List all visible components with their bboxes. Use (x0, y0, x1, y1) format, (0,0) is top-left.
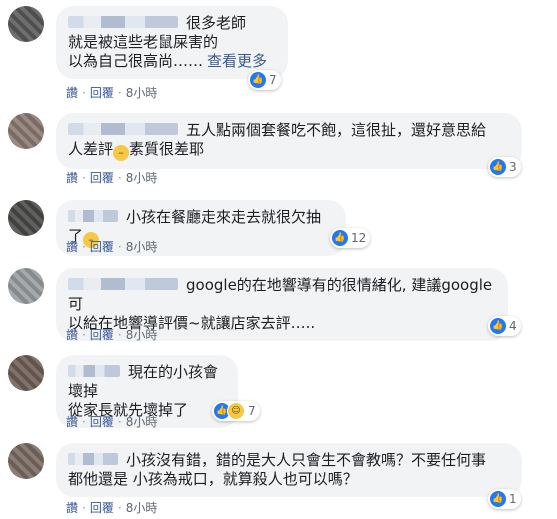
reply-button[interactable]: 回覆 (90, 238, 114, 255)
reply-button[interactable]: 回覆 (90, 84, 114, 101)
like-button[interactable]: 讚 (66, 84, 78, 101)
comment-line-2b: 素質很差耶 (129, 140, 205, 158)
comment-actions: 讚 · 回覆 · 8小時 (66, 413, 158, 430)
commenter-name-redacted[interactable] (68, 453, 118, 465)
like-icon: 👍 (490, 318, 506, 334)
reaction-count: 7 (248, 404, 256, 418)
comment-bubble: 五人點兩個套餐吃不飽，這很扯，還好意思給 人差評 – 素質很差耶 (56, 113, 522, 169)
reaction-summary[interactable]: 👍 ☺ 7 (212, 401, 260, 421)
comment-actions: 讚 · 回覆 · 8小時 (66, 326, 158, 343)
like-icon: 👍 (490, 491, 506, 507)
comment-bubble: 小孩沒有錯，錯的是大人只會生不會教嗎？不要任何事 都他還是 小孩為戒口，就算殺人… (56, 443, 522, 497)
commenter-name-redacted[interactable] (68, 365, 120, 377)
comment-actions: 讚 · 回覆 · 8小時 (66, 499, 158, 516)
like-button[interactable]: 讚 (66, 238, 78, 255)
commenter-name-redacted[interactable] (68, 278, 178, 290)
comment-actions: 讚 · 回覆 · 8小時 (66, 238, 158, 255)
avatar[interactable] (8, 200, 44, 236)
reply-button[interactable]: 回覆 (90, 326, 114, 343)
comment-line-3: 以為自己很高尚…… (68, 52, 204, 70)
avatar[interactable] (8, 268, 44, 304)
haha-icon: ☺ (227, 402, 245, 420)
comment-line-2: 就是被這些老鼠屎害的 (68, 33, 219, 51)
comment-line-1: 五人點兩個套餐吃不飽，這很扯，還好意思給 (186, 121, 487, 139)
avatar[interactable] (8, 6, 44, 42)
see-more-link[interactable]: 查看更多 (207, 52, 267, 70)
commenter-name-redacted[interactable] (68, 16, 178, 28)
avatar[interactable] (8, 355, 44, 391)
timestamp[interactable]: 8小時 (126, 238, 158, 255)
comment-line-2a: 人差評 (68, 140, 114, 158)
reaction-count: 1 (509, 492, 517, 506)
timestamp[interactable]: 8小時 (126, 326, 158, 343)
comment-line-1: 小孩沒有錯，錯的是大人只會生不會教嗎？不要任何事 (126, 451, 487, 469)
like-button[interactable]: 讚 (66, 499, 78, 516)
comment-line-1: 很多老師 (186, 14, 247, 32)
comment-actions: 讚 · 回覆 · 8小時 (66, 84, 158, 101)
like-button[interactable]: 讚 (66, 413, 78, 430)
reaction-summary[interactable]: 👍 7 (248, 70, 281, 90)
like-button[interactable]: 讚 (66, 169, 78, 186)
comment-line-2: 都他還是 小孩為戒口，就算殺人也可以嗎？ (68, 470, 358, 488)
avatar[interactable] (8, 443, 44, 479)
reaction-summary[interactable]: 👍 12 (330, 228, 371, 248)
like-icon: 👍 (490, 159, 506, 175)
reaction-count: 4 (509, 319, 517, 333)
reaction-count: 3 (509, 160, 517, 174)
timestamp[interactable]: 8小時 (126, 169, 158, 186)
like-button[interactable]: 讚 (66, 326, 78, 343)
timestamp[interactable]: 8小時 (126, 413, 158, 430)
reaction-count: 12 (351, 231, 367, 245)
commenter-name-redacted[interactable] (68, 210, 118, 222)
reply-button[interactable]: 回覆 (90, 499, 114, 516)
timestamp[interactable]: 8小時 (126, 499, 158, 516)
like-icon: 👍 (250, 72, 266, 88)
reply-button[interactable]: 回覆 (90, 169, 114, 186)
avatar[interactable] (8, 113, 44, 149)
like-icon: 👍 (332, 230, 348, 246)
reaction-summary[interactable]: 👍 1 (488, 489, 521, 509)
expressionless-emoji-icon: – (113, 145, 130, 161)
comment-bubble: 很多老師 就是被這些老鼠屎害的 以為自己很高尚…… 查看更多 (56, 6, 288, 79)
timestamp[interactable]: 8小時 (126, 84, 158, 101)
reply-button[interactable]: 回覆 (90, 413, 114, 430)
reaction-count: 7 (269, 73, 277, 87)
reaction-summary[interactable]: 👍 4 (488, 316, 521, 336)
commenter-name-redacted[interactable] (68, 123, 178, 135)
reaction-summary[interactable]: 👍 3 (488, 157, 521, 177)
comment-actions: 讚 · 回覆 · 8小時 (66, 169, 158, 186)
